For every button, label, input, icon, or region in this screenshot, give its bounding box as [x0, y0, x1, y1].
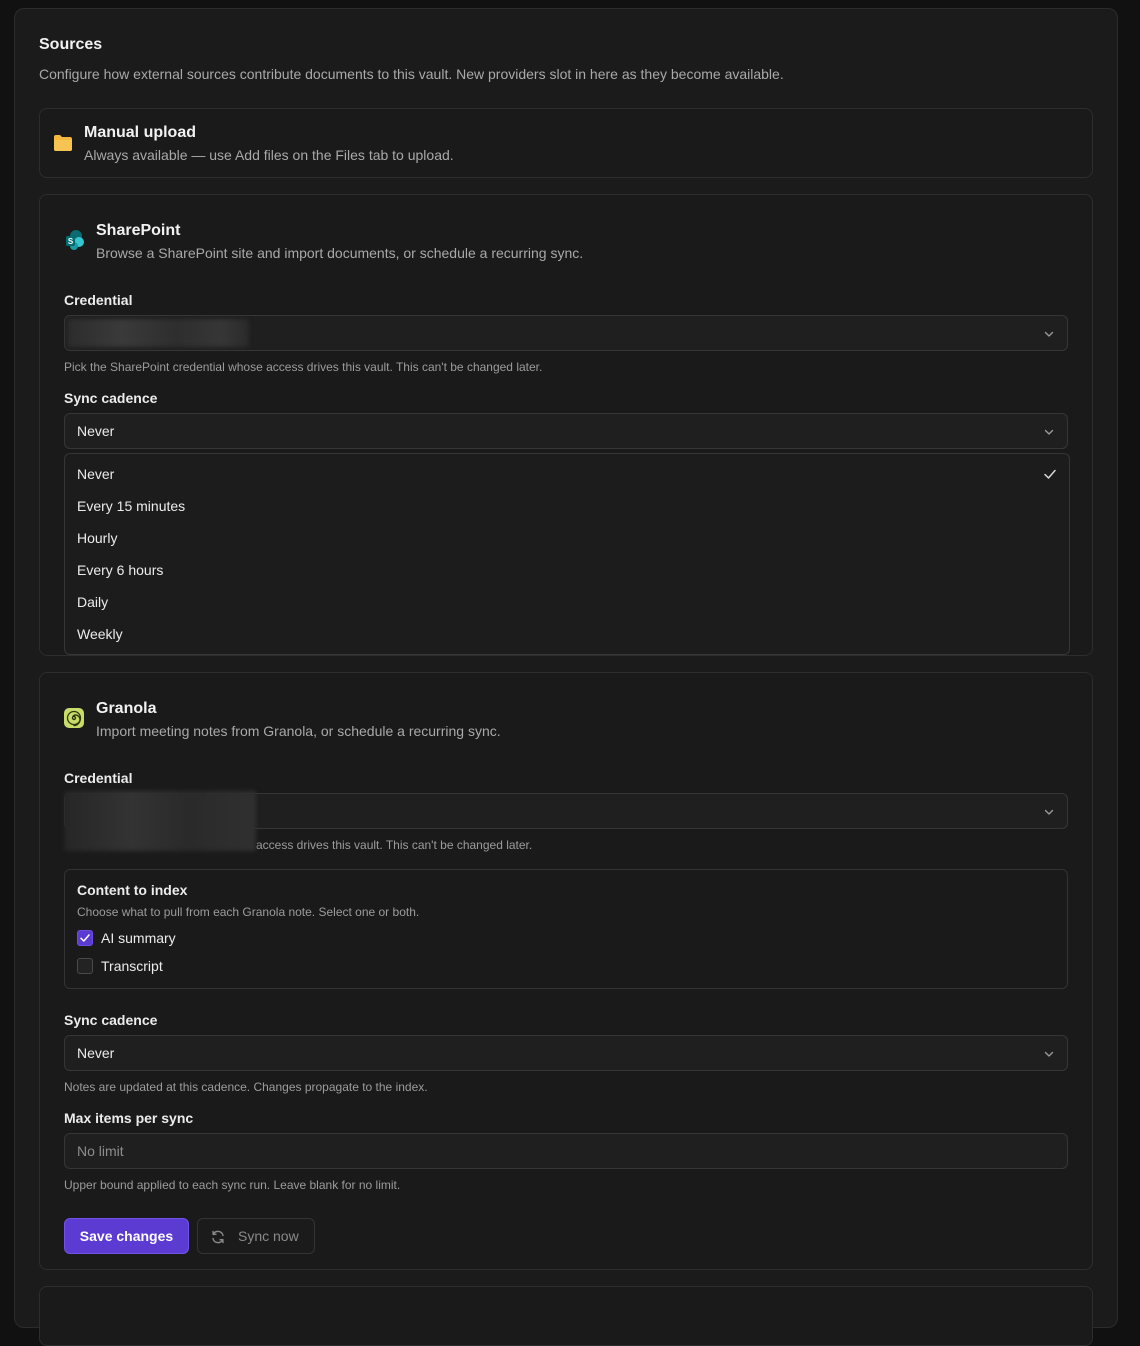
chevron-down-icon: [1044, 331, 1054, 337]
max-items-hint: Upper bound applied to each sync run. Le…: [64, 1178, 401, 1192]
check-icon: [1044, 469, 1056, 479]
sharepoint-credential-select[interactable]: [64, 315, 1068, 351]
sharepoint-icon: S: [64, 229, 86, 256]
sync-now-button[interactable]: Sync now: [197, 1218, 315, 1254]
redacted-credential: [64, 791, 256, 851]
next-source-card: [39, 1286, 1093, 1346]
content-to-index-title: Content to index: [77, 882, 188, 898]
dropdown-option-hourly[interactable]: Hourly: [77, 530, 117, 546]
svg-text:S: S: [68, 237, 74, 246]
granola-card: Granola Import meeting notes from Granol…: [39, 672, 1093, 1270]
dropdown-option-daily[interactable]: Daily: [77, 594, 108, 610]
sources-panel: Sources Configure how external sources c…: [14, 8, 1118, 1346]
sharepoint-sync-label: Sync cadence: [64, 390, 158, 406]
granola-title: Granola: [96, 700, 157, 717]
folder-icon: [53, 134, 73, 157]
max-items-input[interactable]: [65, 1134, 1067, 1168]
ai-summary-label[interactable]: AI summary: [101, 930, 176, 946]
dropdown-option-weekly[interactable]: Weekly: [77, 626, 123, 642]
chevron-down-icon: [1044, 809, 1054, 815]
check-icon: [80, 934, 90, 942]
content-to-index-desc: Choose what to pull from each Granola no…: [77, 905, 420, 919]
granola-icon: [64, 708, 84, 733]
manual-upload-card: Manual upload Always available — use Add…: [39, 108, 1093, 178]
sharepoint-sync-select[interactable]: Never: [64, 413, 1068, 449]
granola-credential-hint: access drives this vault. This can't be …: [256, 838, 533, 852]
sync-now-label: Sync now: [238, 1228, 299, 1244]
max-items-input-wrap: [64, 1133, 1068, 1169]
max-items-label: Max items per sync: [64, 1110, 194, 1126]
transcript-checkbox[interactable]: [77, 958, 93, 974]
manual-upload-title: Manual upload: [84, 124, 196, 141]
granola-sync-value: Never: [77, 1045, 115, 1061]
transcript-label[interactable]: Transcript: [101, 958, 163, 974]
redacted-credential: [67, 319, 249, 347]
granola-sync-label: Sync cadence: [64, 1012, 158, 1028]
refresh-icon: [212, 1230, 224, 1244]
save-changes-button[interactable]: Save changes: [64, 1218, 189, 1254]
section-title: Sources: [39, 36, 103, 53]
chevron-down-icon: [1044, 1051, 1054, 1057]
granola-sync-select[interactable]: Never: [64, 1035, 1068, 1071]
dropdown-option-6-hours[interactable]: Every 6 hours: [77, 562, 163, 578]
dropdown-option-15-minutes[interactable]: Every 15 minutes: [77, 498, 185, 514]
granola-credential-label: Credential: [64, 770, 133, 786]
granola-sync-hint: Notes are updated at this cadence. Chang…: [64, 1080, 428, 1094]
section-description: Configure how external sources contribut…: [39, 66, 784, 82]
sharepoint-credential-label: Credential: [64, 292, 133, 308]
sharepoint-sync-value: Never: [77, 423, 115, 439]
sharepoint-card: S SharePoint Browse a SharePoint site an…: [39, 194, 1093, 656]
sharepoint-title: SharePoint: [96, 222, 181, 239]
content-to-index-box: Content to index Choose what to pull fro…: [64, 869, 1068, 989]
chevron-down-icon: [1044, 429, 1054, 435]
dropdown-option-never[interactable]: Never: [77, 466, 114, 482]
sync-cadence-dropdown: Never Every 15 minutes Hourly Every 6 ho…: [64, 453, 1070, 655]
sharepoint-description: Browse a SharePoint site and import docu…: [96, 245, 584, 261]
sharepoint-credential-hint: Pick the SharePoint credential whose acc…: [64, 360, 543, 374]
manual-upload-description: Always available — use Add files on the …: [84, 147, 454, 163]
ai-summary-checkbox[interactable]: [77, 930, 93, 946]
granola-description: Import meeting notes from Granola, or sc…: [96, 723, 501, 739]
